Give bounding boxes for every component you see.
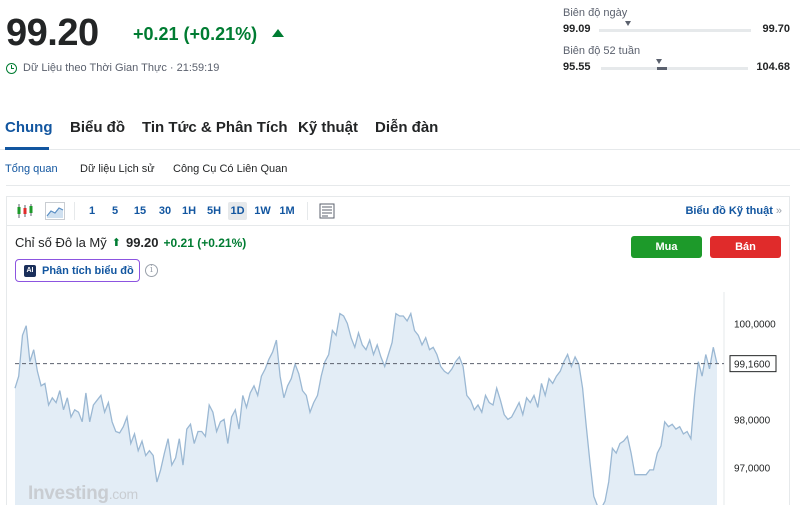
timeframe-1m[interactable]: 1M (277, 202, 297, 220)
area-chart-icon[interactable] (45, 202, 65, 220)
chart-panel: 1 5 15 30 1H 5H 1D 1W 1M Biểu đồ Kỹ thuậ… (6, 196, 790, 505)
timeframe-30[interactable]: 30 (156, 202, 174, 220)
week52-range-label: Biên độ 52 tuần (563, 45, 641, 57)
timeframe-1[interactable]: 1 (85, 202, 99, 220)
week52-range-high: 104.68 (756, 61, 790, 73)
up-arrow-icon (272, 29, 284, 37)
chart-toolbar: 1 5 15 30 1H 5H 1D 1W 1M Biểu đồ Kỹ thuậ… (7, 197, 789, 226)
week52-range-low: 95.55 (563, 61, 591, 73)
timeframe-1h[interactable]: 1H (180, 202, 198, 220)
investing-watermark: Investing.com (28, 483, 138, 505)
subtab-du-lieu-lich-su[interactable]: Dữ liệu Lịch sử (80, 163, 155, 175)
price-area-fill (15, 313, 717, 505)
week52-range-marker-icon (656, 59, 662, 64)
price-change: +0.21 (+0.21%) (133, 24, 258, 44)
tab-ky-thuat[interactable]: Kỹ thuật (298, 119, 358, 136)
day-range-bar (599, 21, 751, 32)
last-price-label: 99,1600 (734, 360, 771, 371)
sub-tabs-divider (6, 185, 790, 186)
y-tick-label: 97,0000 (734, 464, 771, 475)
y-tick-label: 100,0000 (734, 319, 776, 330)
watermark-brand: Investing (28, 483, 109, 504)
chart-change: +0.21 (+0.21%) (163, 235, 247, 250)
ai-icon: AI (24, 264, 36, 277)
tab-bieu-do[interactable]: Biểu đồ (70, 119, 125, 136)
candlestick-icon[interactable] (15, 202, 35, 220)
week52-range-bar (601, 59, 748, 70)
subtab-cong-cu[interactable]: Công Cụ Có Liên Quan (173, 163, 287, 175)
day-range: Biên độ ngày 99.09 99.70 (563, 7, 793, 45)
arrow-up-icon: ⬆ (111, 237, 121, 249)
ai-button-label: Phân tích biểu đồ (42, 264, 134, 277)
buy-button[interactable]: Mua (631, 236, 702, 258)
timeframe-5h[interactable]: 5H (204, 202, 224, 220)
tab-chung[interactable]: Chung (5, 119, 52, 136)
day-range-low: 99.09 (563, 23, 591, 35)
timeframe-1w[interactable]: 1W (252, 202, 273, 220)
subtab-tong-quan[interactable]: Tổng quan (5, 163, 58, 175)
chart-price: 99.20 (125, 235, 159, 250)
realtime-label: Dữ Liệu theo Thời Gian Thực · 21:59:19 (23, 62, 220, 74)
sell-button[interactable]: Bán (710, 236, 781, 258)
info-icon[interactable]: i (145, 264, 158, 277)
sub-tabs: Tổng quan Dữ liệu Lịch sử Công Cụ Có Liê… (0, 160, 800, 180)
main-tabs: Chung Biểu đồ Tin Tức & Phân Tích Kỹ thu… (0, 108, 800, 150)
week52-range: Biên độ 52 tuần 95.55 104.68 (563, 45, 793, 83)
price-chart[interactable]: 100,0000 98,0000 97,0000 99,1600 (7, 292, 789, 505)
chart-title-row: Chỉ số Đô la Mỹ ⬆ 99.20 +0.21 (+0.21%) (15, 235, 246, 250)
layout-icon[interactable] (317, 202, 337, 220)
timeframe-15[interactable]: 15 (131, 202, 149, 220)
timeframe-5[interactable]: 5 (108, 202, 122, 220)
toolbar-separator (74, 202, 75, 220)
double-chevron-right-icon: » (775, 205, 782, 217)
timeframe-1d[interactable]: 1D (228, 202, 247, 220)
price-ranges: Biên độ ngày 99.09 99.70 Biên độ 52 tuần… (563, 7, 793, 83)
watermark-suffix: .com (108, 486, 138, 502)
day-range-label: Biên độ ngày (563, 7, 628, 19)
instrument-name: Chỉ số Đô la Mỹ (15, 235, 107, 250)
realtime-status: Dữ Liệu theo Thời Gian Thực · 21:59:19 (6, 62, 219, 74)
clock-icon (6, 62, 17, 74)
tab-tin-tuc[interactable]: Tin Tức & Phân Tích (142, 119, 288, 136)
active-tab-underline (5, 147, 49, 150)
toolbar-separator (307, 202, 308, 220)
current-price: 99.20 (6, 12, 99, 54)
y-tick-label: 98,0000 (734, 415, 771, 426)
tab-dien-dan[interactable]: Diễn đàn (375, 119, 438, 136)
ai-chart-analysis-button[interactable]: AI Phân tích biểu đồ (15, 259, 140, 282)
technical-chart-link-label: Biểu đồ Kỹ thuật (685, 205, 773, 217)
day-range-marker-icon (625, 21, 631, 26)
technical-chart-link[interactable]: Biểu đồ Kỹ thuật» (685, 205, 782, 217)
week52-range-fill (657, 67, 667, 70)
day-range-high: 99.70 (762, 23, 790, 35)
quote-header: 99.20 +0.21 (+0.21%) Dữ Liệu theo Thời G… (6, 10, 546, 80)
